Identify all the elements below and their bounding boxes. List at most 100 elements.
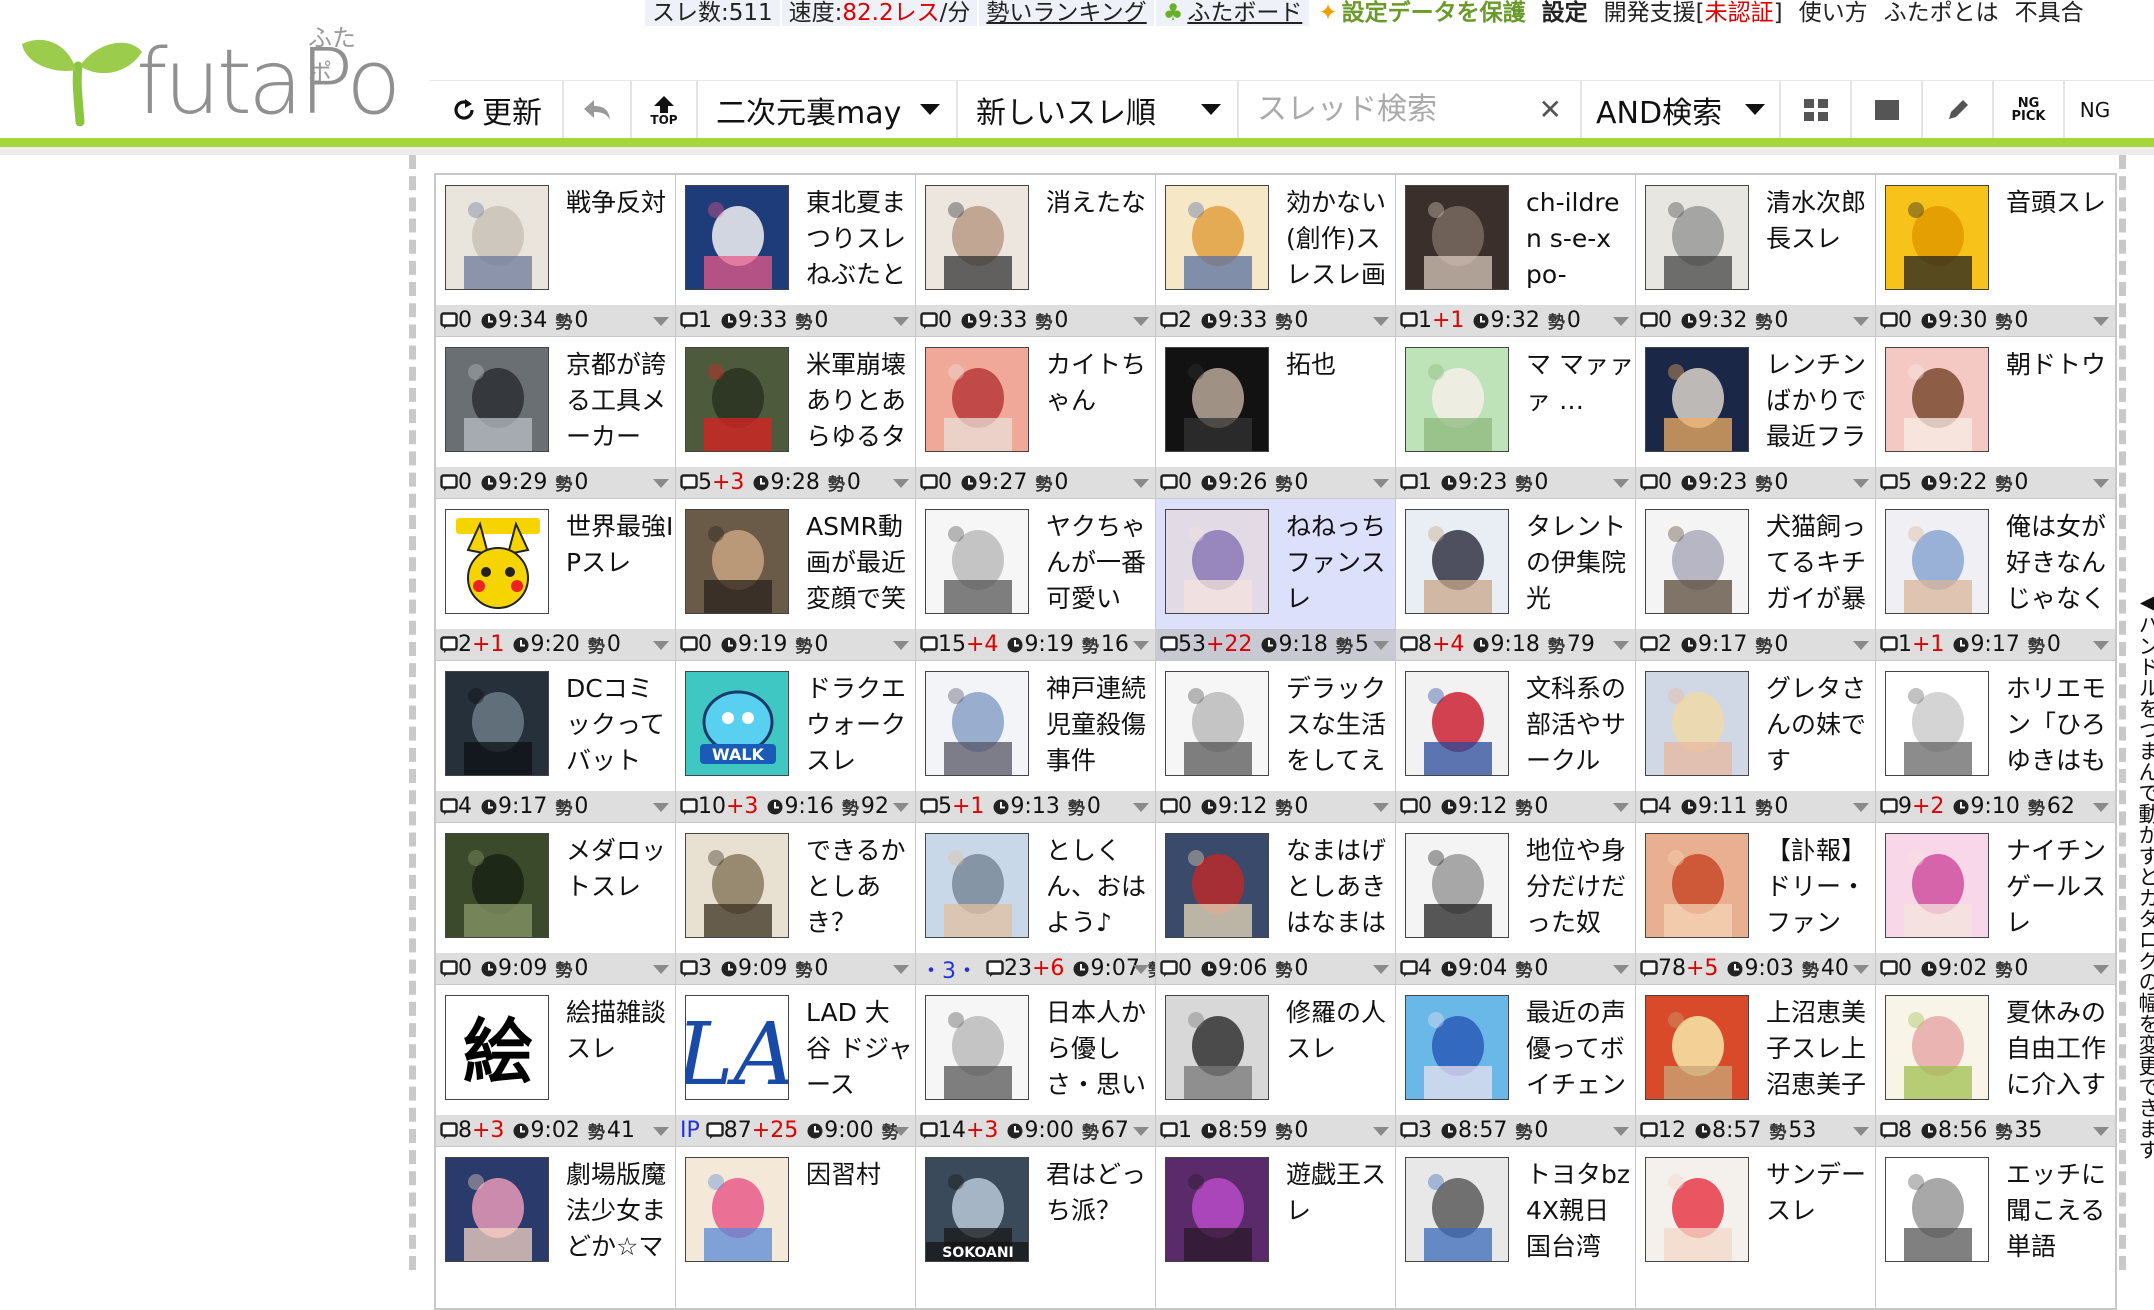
thread-title[interactable]: 因習村 [806,1157,914,1265]
thread-thumbnail[interactable] [445,1157,549,1262]
thread-thumbnail[interactable] [1165,509,1269,614]
thread-thumbnail[interactable] [445,509,549,614]
thread-cell[interactable]: 音頭スレ 0 9:30 勢 0 [1876,175,2115,336]
settings-link[interactable]: 設定 [1534,0,1597,26]
thread-thumbnail[interactable] [1165,1157,1269,1262]
search-mode-select[interactable]: AND検索 [1582,81,1781,138]
thread-cell[interactable]: トヨタbz4X親日国台湾 [1396,1147,1635,1308]
chevron-down-icon[interactable] [893,803,909,812]
ng-pick-button[interactable]: NG PICK [1994,81,2065,138]
thread-title[interactable]: 神戸連続児童殺傷事件 [1046,671,1154,779]
chevron-down-icon[interactable] [653,1127,669,1136]
chevron-down-icon[interactable] [1133,479,1149,488]
thread-thumbnail[interactable] [685,185,789,290]
edit-button[interactable] [1923,81,1994,138]
thread-thumbnail[interactable] [685,1157,789,1262]
chevron-down-icon[interactable] [893,479,909,488]
board-link-text[interactable]: ふたボード [1187,0,1302,26]
thread-cell[interactable]: 俺は女が好きなんじゃなく 1 +1 9:17 勢 0 [1876,499,2115,660]
thread-title[interactable]: 遊戯王スレ [1286,1157,1394,1265]
thread-title[interactable]: 朝ドトウ [2006,347,2114,455]
thread-thumbnail[interactable] [685,347,789,452]
chevron-down-icon[interactable] [1853,803,1869,812]
chevron-down-icon[interactable] [2093,803,2109,812]
thread-thumbnail[interactable] [1645,509,1749,614]
chevron-down-icon[interactable] [1133,1127,1149,1136]
thread-thumbnail[interactable] [1405,995,1509,1100]
thread-thumbnail[interactable] [445,833,549,938]
chevron-down-icon[interactable] [2093,1127,2109,1136]
thread-cell[interactable]: としくん、おはよう♪・3・23+69:07勢 [916,823,1155,984]
thread-thumbnail[interactable] [1885,995,1989,1100]
thread-cell[interactable]: 東北夏まつりスレねぶたと 1 9:33 勢 0 [676,175,915,336]
thread-cell[interactable]: カイトちゃん 0 9:27 勢 0 [916,337,1155,498]
board-select[interactable]: 二次元裏may [698,81,958,138]
thread-cell[interactable]: DCコミックってバット 4 9:17 勢 0 [436,661,675,822]
thread-thumbnail[interactable]: WALK [685,671,789,776]
thread-thumbnail[interactable]: LA [685,995,789,1100]
thread-cell[interactable]: WALK ドラクエウォークスレ 10 +3 9:16 勢 92 [676,661,915,822]
thread-thumbnail[interactable] [1645,185,1749,290]
thread-title[interactable]: できるかとしあき？ [806,833,914,941]
thread-title[interactable]: ch-ildren s-e-x po- [1526,185,1634,293]
thread-title[interactable]: タレントの伊集院光 [1526,509,1634,617]
clear-icon[interactable]: ✕ [1539,93,1562,126]
thread-cell[interactable]: 犬猫飼ってるキチガイが暴 2 9:17 勢 0 [1636,499,1875,660]
thread-thumbnail[interactable] [1165,185,1269,290]
thread-title[interactable]: 世界最強IPスレ [566,509,674,617]
thread-title[interactable]: グレタさんの妹です [1766,671,1874,779]
thread-cell[interactable]: 遊戯王スレ [1156,1147,1395,1308]
chevron-down-icon[interactable] [2093,479,2109,488]
thread-cell[interactable]: 消えたな 0 9:33 勢 0 [916,175,1155,336]
about-link[interactable]: ふたポとは [1876,0,2008,26]
thread-thumbnail[interactable]: SOKOANI [925,1157,1029,1262]
resize-handle-right[interactable] [2119,155,2126,1270]
thread-cell[interactable]: 最近の声優ってボイチェン 3 8:57 勢 0 [1396,985,1635,1146]
thread-title[interactable]: 日本人から優しさ・思い [1046,995,1154,1103]
chevron-down-icon[interactable] [893,1127,909,1136]
thread-cell[interactable]: 朝ドトウ 5 9:22 勢 0 [1876,337,2115,498]
thread-title[interactable]: レンチンばかりで最近フラ [1766,347,1874,455]
thread-cell[interactable]: 文科系の部活やサークル 0 9:12 勢 0 [1396,661,1635,822]
thread-cell[interactable]: 絵絵描雑談スレ 8 +3 9:02 勢 41 [436,985,675,1146]
thread-thumbnail[interactable] [685,833,789,938]
thread-thumbnail[interactable] [1405,833,1509,938]
thread-title[interactable]: 東北夏まつりスレねぶたと [806,185,914,293]
thread-title[interactable]: LAD 大谷 ドジャース [806,995,914,1103]
thread-thumbnail[interactable] [925,671,1029,776]
thread-cell[interactable]: 修羅の人スレ 1 8:59 勢 0 [1156,985,1395,1146]
thread-cell[interactable]: 拓也 0 9:26 勢 0 [1156,337,1395,498]
chevron-down-icon[interactable] [893,317,909,326]
thread-thumbnail[interactable] [445,347,549,452]
chevron-down-icon[interactable] [653,803,669,812]
chevron-down-icon[interactable] [1133,641,1149,650]
thread-thumbnail[interactable] [1405,509,1509,614]
ranking-link-text[interactable]: 勢いランキング [986,0,1146,26]
protect-settings-text[interactable]: 設定データを保護 [1342,0,1526,26]
thread-title[interactable]: 俺は女が好きなんじゃなく [2006,509,2114,617]
thread-title[interactable]: 劇場版魔法少女まどか☆マ [566,1157,674,1265]
chevron-down-icon[interactable] [1373,965,1389,974]
chevron-down-icon[interactable] [893,641,909,650]
thread-thumbnail[interactable] [1405,671,1509,776]
thread-title[interactable]: 消えたな [1046,185,1154,293]
chevron-down-icon[interactable] [653,479,669,488]
thread-title[interactable]: 君はどっち派？ [1046,1157,1154,1265]
chevron-down-icon[interactable] [1373,317,1389,326]
thread-thumbnail[interactable] [445,185,549,290]
thread-thumbnail[interactable] [925,185,1029,290]
top-button[interactable]: TOP [632,81,698,138]
thread-thumbnail[interactable] [1885,833,1989,938]
board-link[interactable]: ♣ ふたボード [1156,0,1312,26]
chevron-down-icon[interactable] [1133,965,1149,974]
thread-thumbnail[interactable] [1165,995,1269,1100]
thread-thumbnail[interactable]: 絵 [445,995,549,1100]
thread-thumbnail[interactable] [1165,347,1269,452]
chevron-down-icon[interactable] [2093,965,2109,974]
thread-thumbnail[interactable] [925,833,1029,938]
thread-title[interactable]: ホリエモン「ひろゆきはも [2006,671,2114,779]
chevron-down-icon[interactable] [653,317,669,326]
thread-title[interactable]: ヤクちゃんが一番可愛い [1046,509,1154,617]
thread-title[interactable]: なまはげとしあきはなまは [1286,833,1394,941]
settings-text[interactable]: 設定 [1542,0,1588,26]
